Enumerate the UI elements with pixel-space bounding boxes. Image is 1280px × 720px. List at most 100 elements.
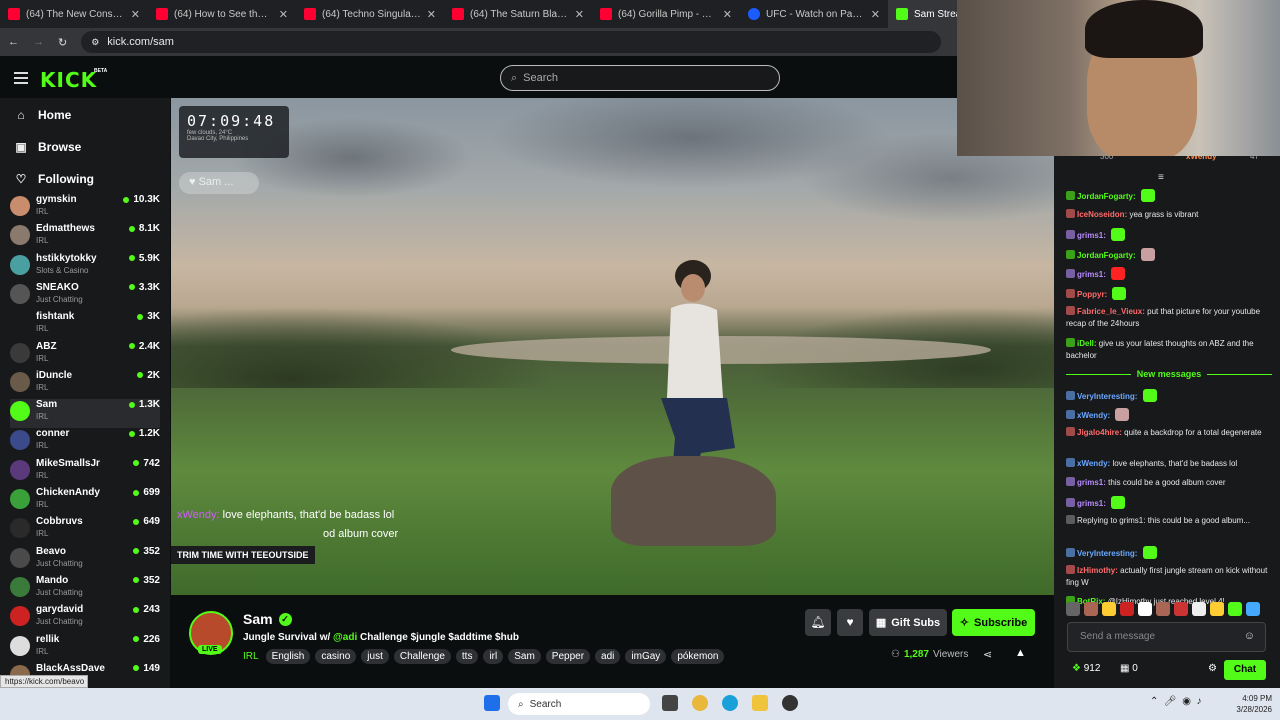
emote-icon[interactable] [1138,602,1152,616]
emote-icon[interactable] [1210,602,1224,616]
chat-input[interactable]: Send a message ☺ [1067,622,1266,652]
menu-icon[interactable] [14,72,28,87]
search-input[interactable]: ⌕ Search [500,65,780,91]
emoji-icon[interactable]: ☺ [1244,630,1255,642]
stream-tag[interactable]: irl [483,649,504,664]
browser-tab[interactable]: (64) Gorilla Pimp - YouTube ✕ [592,0,740,28]
gift-subs-button[interactable]: ▦ Gift Subs [869,609,947,636]
notification-button[interactable]: 🔔︎ [805,609,831,636]
chat-username[interactable]: Jigalo4hire: [1077,428,1122,437]
sidebar-channel-abz[interactable]: ABZ IRL 2.4K [10,341,160,370]
edge-icon[interactable] [722,695,738,711]
stream-tag[interactable]: Sam [508,649,541,664]
kick-logo[interactable]: KICK [40,68,97,92]
browser-tab[interactable]: UFC - Watch on Paramount ✕ [740,0,888,28]
chat-username[interactable]: grims1: [1077,270,1106,279]
nav-home[interactable]: ⌂ Home [14,108,71,122]
emote-icon[interactable] [1102,602,1116,616]
emote-icon[interactable] [1066,602,1080,616]
report-icon[interactable]: ▲ [1015,647,1026,659]
close-icon[interactable]: ✕ [723,8,732,21]
sidebar-channel-hstikkytokky[interactable]: hstikkytokky Slots & Casino 5.9K [10,253,160,282]
close-icon[interactable]: ✕ [427,8,436,21]
sidebar-channel-cobbruvs[interactable]: Cobbruvs IRL 649 [10,516,160,545]
browser-tab[interactable]: (64) How to See the Hidden ✕ [148,0,296,28]
emote-icon[interactable] [1192,602,1206,616]
sidebar-channel-iduncle[interactable]: iDuncle IRL 2K [10,370,160,399]
emote-icon[interactable] [1120,602,1134,616]
close-icon[interactable]: ✕ [871,8,880,21]
file-explorer-icon[interactable] [752,695,768,711]
sidebar-channel-beavo[interactable]: Beavo Just Chatting 352 [10,546,160,575]
chat-username[interactable]: grims1: [1077,231,1106,240]
close-icon[interactable]: ✕ [279,8,288,21]
stream-tag[interactable]: casino [315,649,357,664]
chrome-icon[interactable] [692,695,708,711]
stream-title-mention[interactable]: @adi [333,632,357,643]
taskbar-search[interactable]: ⌕ Search [508,693,650,715]
stream-tag[interactable]: tts [455,649,479,664]
clock[interactable]: 4:09 PM 3/28/2026 [1228,693,1272,715]
emote-icon[interactable] [1246,602,1260,616]
task-view-icon[interactable] [662,695,678,711]
chat-settings-icon[interactable]: ⚙ [1208,663,1217,674]
chat-username[interactable]: Fabrice_le_Vieux: [1077,307,1145,316]
chat-send-button[interactable]: Chat [1224,660,1266,680]
emote-icon[interactable] [1228,602,1242,616]
back-icon[interactable]: ← [8,36,19,48]
forward-icon[interactable]: → [33,36,44,48]
site-info-icon[interactable]: ⚙ [91,37,99,48]
start-icon[interactable] [484,695,500,711]
chat-username[interactable]: JordanFogarty: [1077,192,1136,201]
share-icon[interactable]: ⋖ [983,648,992,661]
chat-username[interactable]: IceNoseidon: [1077,210,1127,219]
sidebar-channel-sam[interactable]: Sam IRL 1.3K [10,399,160,429]
nav-following[interactable]: ♡ Following [14,172,94,186]
app-icon[interactable] [782,695,798,711]
pin-icon[interactable]: ≡ [1158,172,1164,183]
chat-username[interactable]: JordanFogarty: [1077,251,1136,260]
points-display[interactable]: ❖ 912 [1072,663,1100,674]
chat-username[interactable]: xWendy: [1077,411,1110,420]
stream-tag[interactable]: Challenge [393,649,451,664]
follow-button[interactable]: ♥ [837,609,863,636]
emote-icon[interactable] [1084,602,1098,616]
gifts-display[interactable]: ▦ 0 [1120,663,1138,674]
sidebar-channel-sneako[interactable]: SNEAKO Just Chatting 3.3K [10,282,160,311]
close-icon[interactable]: ✕ [575,8,584,21]
subscribe-button[interactable]: ✧ Subscribe [952,609,1035,636]
browser-tab[interactable]: (64) The Saturn Black Cube ✕ [444,0,592,28]
browser-tab[interactable]: (64) Techno Singularity and ✕ [296,0,444,28]
browser-tab[interactable]: (64) The New Conspiracy La ✕ [0,0,148,28]
emote-bar[interactable] [1066,602,1272,618]
url-field[interactable]: ⚙ kick.com/sam [81,31,942,53]
emote-icon[interactable] [1156,602,1170,616]
sidebar-channel-mando[interactable]: Mando Just Chatting 352 [10,575,160,604]
reload-icon[interactable]: ↻ [58,36,67,49]
chat-username[interactable]: xWendy: [1077,459,1110,468]
sidebar-channel-garydavid[interactable]: garydavid Just Chatting 243 [10,604,160,633]
sidebar-channel-chickenandy[interactable]: ChickenAndy IRL 699 [10,487,160,516]
stream-tag[interactable]: imGay [625,649,667,664]
chat-username[interactable]: VeryInteresting: [1077,549,1137,558]
close-icon[interactable]: ✕ [131,8,140,21]
category-link[interactable]: IRL [243,649,259,664]
chat-username[interactable]: IzHimothy: [1077,566,1118,575]
stream-tag[interactable]: Pepper [545,649,591,664]
chat-username[interactable]: Poppyr: [1077,290,1107,299]
sidebar-channel-edmatthews[interactable]: Edmatthews IRL 8.1K [10,223,160,252]
video-player[interactable]: 07:09:48 few clouds, 24°C Davao City, Ph… [171,98,1054,595]
stream-tag[interactable]: adi [595,649,621,664]
chat-username[interactable]: iDell: [1077,339,1097,348]
sidebar-channel-fishtank[interactable]: fishtank IRL 3K [10,311,160,340]
system-tray[interactable]: ⌃ 🎤︎ ◉ ♪ [1150,696,1201,707]
stream-tag[interactable]: just [361,649,389,664]
sidebar-channel-rellik[interactable]: rellik IRL 226 [10,634,160,663]
emote-icon[interactable] [1174,602,1188,616]
chat-username[interactable]: VeryInteresting: [1077,392,1137,401]
streamer-name[interactable]: Sam ✓ [243,611,292,627]
nav-browse[interactable]: ▣ Browse [14,140,81,154]
chat-username[interactable]: grims1: [1077,478,1106,487]
sidebar-channel-conner[interactable]: conner IRL 1.2K [10,428,160,457]
sidebar-channel-gymskin[interactable]: gymskin IRL 10.3K [10,194,160,223]
